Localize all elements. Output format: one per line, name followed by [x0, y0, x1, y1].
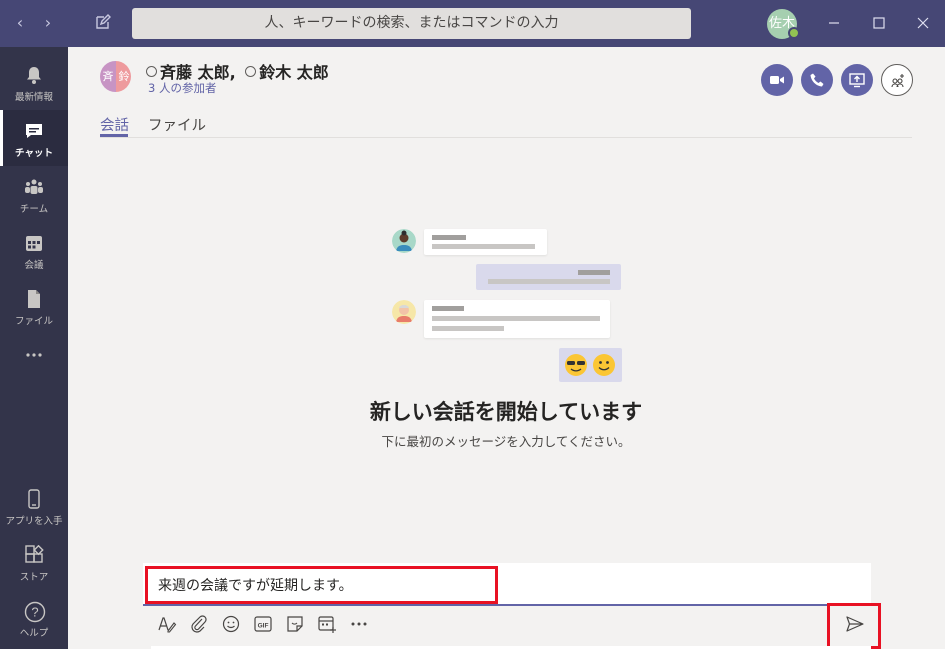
phone-icon	[28, 489, 40, 509]
tab-files[interactable]: ファイル	[148, 114, 206, 135]
message-input-highlight	[145, 566, 498, 604]
tab-conversation[interactable]: 会話	[100, 114, 129, 135]
person-avatar-icon	[392, 229, 416, 253]
minimize-icon[interactable]	[823, 12, 845, 34]
calendar-icon	[26, 236, 42, 251]
rail-label: チャット	[15, 148, 53, 159]
participant-name: 鈴木 太郎	[259, 63, 329, 82]
chat-icon	[26, 124, 42, 138]
rail-label: アプリを入手	[5, 516, 63, 527]
name-separator: ,	[229, 63, 236, 82]
rail-item-files[interactable]: ファイル	[0, 278, 68, 334]
rail-label: ストア	[19, 572, 49, 583]
rail-item-help[interactable]: ? ヘルプ	[0, 590, 68, 646]
add-people-icon	[891, 74, 904, 88]
close-icon[interactable]	[912, 12, 934, 34]
attach-icon[interactable]	[189, 614, 209, 634]
more-icon	[26, 353, 42, 357]
presence-available-icon	[788, 27, 800, 39]
phone-call-icon	[810, 73, 824, 87]
more-options-icon[interactable]	[349, 614, 369, 634]
file-icon	[28, 290, 40, 308]
rail-label: ヘルプ	[19, 628, 49, 639]
rail-label: 会議	[24, 260, 44, 271]
svg-text:?: ?	[31, 605, 38, 620]
video-call-button[interactable]	[761, 64, 793, 96]
group-avatar[interactable]: 斉 鈴	[100, 61, 131, 92]
rail-item-meetings[interactable]: 会議	[0, 222, 68, 278]
search-input[interactable]: 人、キーワードの検索、またはコマンドの入力	[132, 8, 691, 39]
person-avatar-icon	[392, 300, 416, 324]
gif-icon[interactable]: GIF	[253, 614, 273, 634]
header-divider	[100, 137, 912, 138]
sticker-icon[interactable]	[285, 614, 305, 634]
help-icon: ?	[24, 601, 46, 623]
title-bar: ‹ › 人、キーワードの検索、またはコマンドの入力 佐木	[0, 0, 945, 47]
share-screen-button[interactable]	[841, 64, 873, 96]
app-rail: 最新情報 チャット チーム 会議 ファイル アプリを入手 ストア ? ヘルプ	[0, 47, 68, 649]
clock-icon	[245, 66, 257, 77]
emoji-icon[interactable]	[221, 614, 241, 634]
schedule-meeting-icon[interactable]	[317, 614, 337, 634]
svg-text:GIF: GIF	[258, 623, 269, 630]
bell-icon	[27, 67, 41, 84]
video-icon	[770, 76, 784, 84]
rail-label: 最新情報	[14, 92, 53, 103]
back-arrow-icon[interactable]: ‹	[10, 12, 30, 34]
rail-item-activity[interactable]: 最新情報	[0, 54, 68, 110]
teams-icon	[25, 179, 43, 194]
rail-item-store[interactable]: ストア	[0, 534, 68, 590]
rail-label: ファイル	[14, 316, 53, 327]
rail-item-get-app[interactable]: アプリを入手	[0, 478, 68, 534]
format-icon[interactable]	[157, 614, 177, 634]
audio-call-button[interactable]	[801, 64, 833, 96]
send-button-highlight	[827, 603, 881, 649]
clock-icon	[146, 66, 157, 77]
rail-item-chat[interactable]: チャット	[0, 110, 68, 166]
rail-item-more[interactable]	[0, 334, 68, 390]
rail-item-teams[interactable]: チーム	[0, 166, 68, 222]
maximize-icon[interactable]	[868, 12, 890, 34]
empty-state-subtitle: 下に最初のメッセージを入力してください。	[381, 434, 631, 449]
participants-link[interactable]: 3 人の参加者	[148, 80, 216, 96]
empty-state-title: 新しい会話を開始しています	[369, 400, 643, 424]
new-chat-icon[interactable]	[94, 13, 114, 33]
smile-emoji-icon	[593, 354, 615, 376]
store-icon	[25, 545, 44, 563]
avatar-right: 鈴	[116, 61, 131, 92]
add-people-button[interactable]	[881, 64, 913, 96]
cool-emoji-icon	[565, 354, 587, 376]
share-screen-icon	[849, 73, 865, 88]
avatar-left: 斉	[100, 61, 116, 92]
rail-label: チーム	[19, 204, 49, 215]
forward-arrow-icon[interactable]: ›	[38, 12, 58, 34]
